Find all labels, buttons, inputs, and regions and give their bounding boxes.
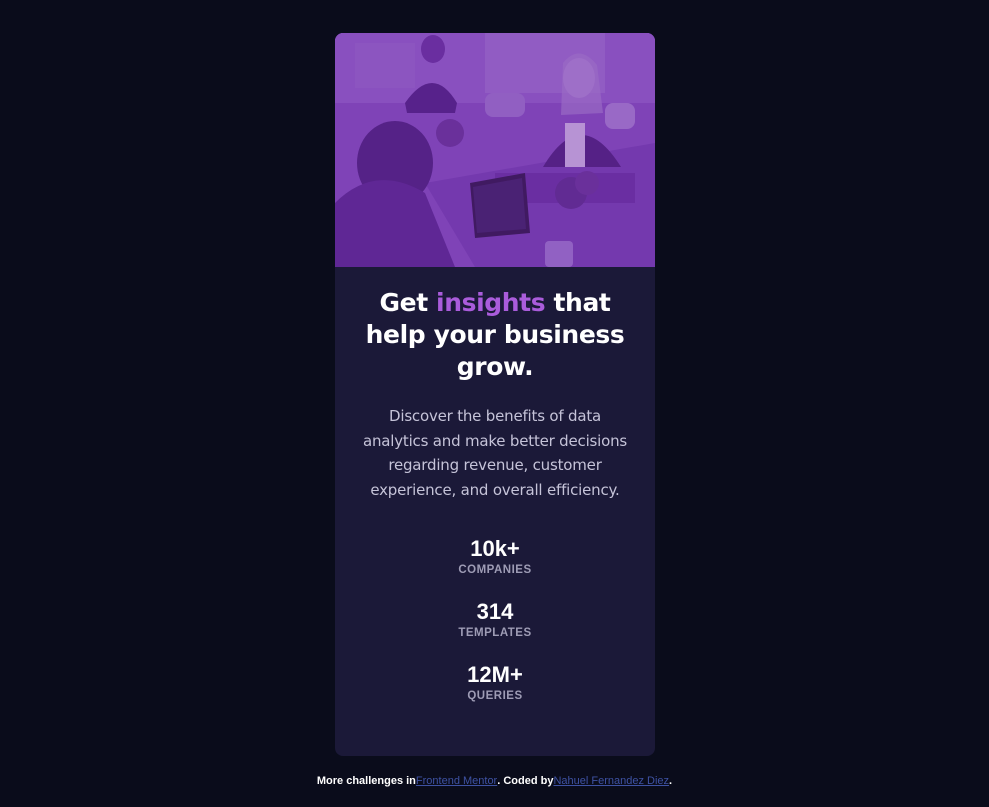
stats-card: Get insights that help your business gro… xyxy=(335,33,655,756)
stat-value: 10k+ xyxy=(470,536,520,561)
card-title: Get insights that help your business gro… xyxy=(365,287,625,383)
stat-label: TEMPLATES xyxy=(458,627,532,639)
stat-label: QUERIES xyxy=(467,690,523,702)
card-description: Discover the benefits of data analytics … xyxy=(362,407,628,499)
stat-queries: 12M+ QUERIES xyxy=(335,662,655,702)
stat-value: 12M+ xyxy=(467,662,523,687)
stats-list: 10k+ COMPANIES 314 TEMPLATES 12M+ QUERIE… xyxy=(335,536,655,702)
stat-value: 314 xyxy=(476,599,514,624)
author-link[interactable]: Nahuel Fernandez Diez xyxy=(553,775,669,787)
footer-prefix: More challenges in xyxy=(316,775,416,787)
stat-label: COMPANIES xyxy=(458,564,532,576)
stat-templates: 314 TEMPLATES xyxy=(335,599,655,639)
attribution-footer: More challenges inFrontend Mentor. Coded… xyxy=(0,775,989,787)
frontend-mentor-link[interactable]: Frontend Mentor xyxy=(416,775,497,787)
stat-companies: 10k+ COMPANIES xyxy=(335,536,655,576)
office-meeting-image xyxy=(335,33,655,267)
footer-suffix: . xyxy=(669,775,673,787)
title-before: Get xyxy=(379,288,437,317)
title-accent: insights xyxy=(436,288,546,317)
footer-middle: . Coded by xyxy=(497,775,554,787)
hero-image xyxy=(335,33,655,267)
